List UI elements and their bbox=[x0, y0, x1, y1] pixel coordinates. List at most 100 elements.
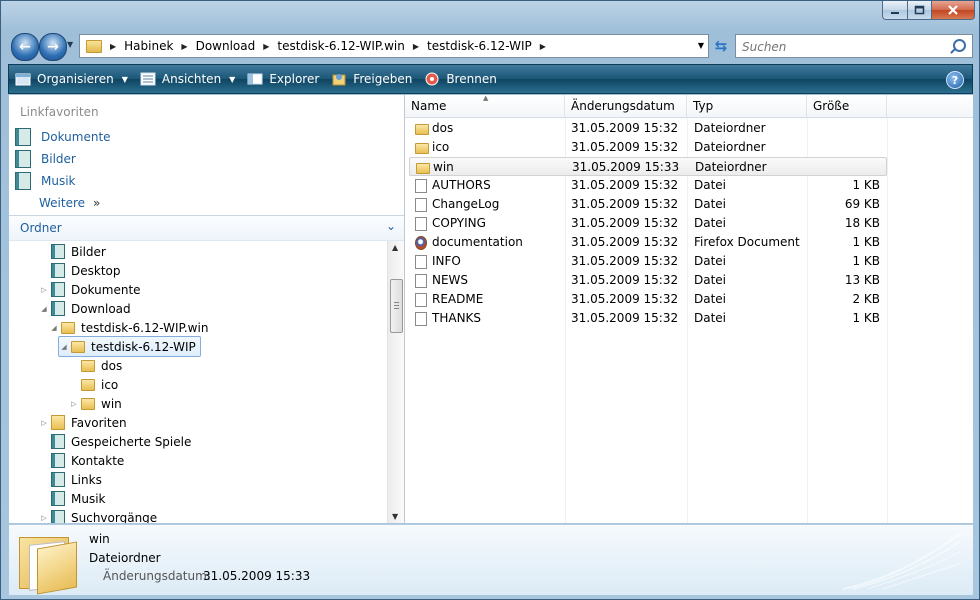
forward-button[interactable]: → bbox=[39, 33, 67, 61]
file-row-readme[interactable]: README 31.05.2009 15:32 Datei 2 KB bbox=[409, 290, 887, 309]
crumb-separator-icon[interactable]: ▶ bbox=[108, 42, 118, 51]
share-button[interactable]: Freigeben bbox=[325, 65, 418, 93]
crumb-separator-icon[interactable]: ▶ bbox=[179, 42, 189, 51]
views-icon bbox=[140, 72, 156, 86]
close-button[interactable] bbox=[931, 1, 975, 20]
file-size: 1 KB bbox=[852, 254, 880, 268]
crumb-separator-icon[interactable]: ▶ bbox=[261, 42, 271, 51]
column-header-date[interactable]: Änderungsdatum bbox=[565, 95, 687, 118]
folders-header[interactable]: Ordner ⌄ bbox=[9, 215, 404, 241]
collapse-arrow-icon[interactable]: ◢ bbox=[49, 324, 59, 332]
explorer-button[interactable]: Explorer bbox=[241, 65, 325, 93]
breadcrumb-testdisk[interactable]: testdisk-6.12-WIP bbox=[421, 39, 538, 53]
file-name: ChangeLog bbox=[432, 197, 500, 211]
tree-item-links[interactable]: Links bbox=[39, 470, 102, 489]
search-icon[interactable] bbox=[953, 39, 966, 52]
scrollbar-thumb[interactable] bbox=[390, 279, 403, 333]
folder-icon bbox=[71, 340, 85, 353]
expand-arrow-icon[interactable]: ▷ bbox=[39, 419, 49, 427]
tree-item-favoriten[interactable]: ▷ Favoriten bbox=[39, 413, 127, 432]
tree-item-contacts[interactable]: Kontakte bbox=[39, 451, 124, 470]
file-date: 31.05.2009 15:32 bbox=[571, 235, 679, 249]
tree-item-desktop[interactable]: Desktop bbox=[39, 261, 121, 280]
breadcrumb-testdisk-win[interactable]: testdisk-6.12-WIP.win bbox=[271, 39, 410, 53]
column-header-name[interactable]: ▲ Name bbox=[405, 94, 565, 118]
library-icon bbox=[51, 472, 65, 487]
title-bar[interactable] bbox=[1, 1, 979, 29]
explorer-icon bbox=[247, 72, 263, 86]
file-size: 13 KB bbox=[844, 273, 880, 287]
burn-button[interactable]: Brennen bbox=[418, 65, 502, 93]
tree-item-label: ico bbox=[101, 377, 119, 392]
expand-arrow-icon[interactable]: ▷ bbox=[39, 514, 49, 522]
favorite-link-music[interactable]: Musik bbox=[15, 171, 76, 191]
back-button[interactable]: ← bbox=[11, 33, 39, 61]
file-row-info[interactable]: INFO 31.05.2009 15:32 Datei 1 KB bbox=[409, 252, 887, 271]
views-menu-button[interactable]: Ansichten ▼ bbox=[134, 65, 241, 93]
address-bar[interactable]: ▶ Habinek ▶ Download ▶ testdisk-6.12-WIP… bbox=[79, 34, 709, 58]
tree-item-win[interactable]: ▷ win bbox=[69, 394, 121, 413]
tree-item-testdisk[interactable]: ◢ testdisk-6.12-WIP bbox=[58, 336, 201, 357]
scroll-down-icon[interactable]: ▼ bbox=[392, 512, 398, 521]
collapse-arrow-icon[interactable]: ◢ bbox=[39, 305, 49, 313]
tree-item-searches[interactable]: ▷ Suchvorgänge bbox=[39, 508, 157, 523]
views-dropdown-icon: ▼ bbox=[229, 74, 236, 84]
favorite-link-label: Dokumente bbox=[41, 130, 111, 144]
search-input[interactable] bbox=[740, 38, 944, 56]
file-row-thanks[interactable]: THANKS 31.05.2009 15:32 Datei 1 KB bbox=[409, 309, 887, 328]
tree-item-saved-games[interactable]: Gespeicherte Spiele bbox=[39, 432, 191, 451]
tree-item-dokumente[interactable]: ▷ Dokumente bbox=[39, 280, 141, 299]
scroll-up-icon[interactable]: ▲ bbox=[392, 243, 398, 252]
breadcrumb-download[interactable]: Download bbox=[190, 39, 262, 53]
tree-item-testdisk-win[interactable]: ◢ testdisk-6.12-WIP.win bbox=[49, 318, 208, 337]
organize-icon bbox=[15, 72, 31, 86]
collapse-arrow-icon[interactable]: ◢ bbox=[59, 343, 69, 351]
address-dropdown-icon[interactable]: ▼ bbox=[698, 41, 704, 50]
file-type: Dateiordner bbox=[695, 160, 767, 174]
minimize-button[interactable] bbox=[882, 1, 908, 20]
maximize-button[interactable] bbox=[907, 1, 932, 20]
organize-menu-button[interactable]: Organisieren ▼ bbox=[9, 65, 134, 93]
document-icon bbox=[415, 198, 427, 212]
help-icon[interactable]: ? bbox=[946, 71, 964, 89]
column-header-type[interactable]: Typ bbox=[687, 95, 807, 118]
favorite-link-pictures[interactable]: Bilder bbox=[15, 149, 76, 169]
column-header-label: Name bbox=[411, 99, 447, 113]
documents-library-icon bbox=[15, 128, 31, 146]
favorite-link-label: Musik bbox=[41, 174, 76, 188]
file-size: 1 KB bbox=[852, 178, 880, 192]
file-row-documentation[interactable]: documentation 31.05.2009 15:32 Firefox D… bbox=[409, 233, 887, 252]
details-date-label: Änderungsdatum: bbox=[103, 569, 211, 583]
tree-scrollbar[interactable]: ▲ ▼ bbox=[387, 241, 404, 523]
history-dropdown-icon[interactable]: ▼ bbox=[67, 40, 73, 49]
tree-item-bilder[interactable]: Bilder bbox=[39, 242, 106, 261]
favorite-link-documents[interactable]: Dokumente bbox=[15, 127, 111, 147]
document-icon bbox=[415, 255, 427, 269]
crumb-separator-icon[interactable]: ▶ bbox=[538, 42, 548, 51]
library-icon bbox=[51, 301, 65, 316]
forward-arrow-icon: → bbox=[47, 39, 59, 55]
file-date: 31.05.2009 15:32 bbox=[571, 178, 679, 192]
search-box[interactable] bbox=[735, 34, 973, 58]
column-header-size[interactable]: Größe bbox=[807, 95, 887, 118]
file-row-copying[interactable]: COPYING 31.05.2009 15:32 Datei 18 KB bbox=[409, 214, 887, 233]
folder-icon bbox=[415, 124, 429, 135]
more-links-button[interactable]: Weitere » bbox=[39, 193, 100, 213]
file-row-dos[interactable]: dos 31.05.2009 15:32 Dateiordner bbox=[409, 119, 887, 138]
tree-item-download[interactable]: ◢ Download bbox=[39, 299, 131, 318]
file-row-changelog[interactable]: ChangeLog 31.05.2009 15:32 Datei 69 KB bbox=[409, 195, 887, 214]
refresh-button[interactable]: ⇆ bbox=[709, 36, 733, 56]
file-row-authors[interactable]: AUTHORS 31.05.2009 15:32 Datei 1 KB bbox=[409, 176, 887, 195]
column-header-label: Typ bbox=[693, 99, 714, 113]
tree-item-ico[interactable]: ico bbox=[69, 375, 118, 394]
expand-arrow-icon[interactable]: ▷ bbox=[39, 286, 49, 294]
file-row-ico[interactable]: ico 31.05.2009 15:32 Dateiordner bbox=[409, 138, 887, 157]
crumb-separator-icon[interactable]: ▶ bbox=[411, 42, 421, 51]
file-row-news[interactable]: NEWS 31.05.2009 15:32 Datei 13 KB bbox=[409, 271, 887, 290]
file-row-win[interactable]: win 31.05.2009 15:33 Dateiordner bbox=[409, 157, 887, 176]
tree-item-dos[interactable]: dos bbox=[69, 356, 122, 375]
breadcrumb-habinek[interactable]: Habinek bbox=[118, 39, 179, 53]
tree-item-music[interactable]: Musik bbox=[39, 489, 106, 508]
expand-arrow-icon[interactable]: ▷ bbox=[69, 400, 79, 408]
chevron-down-icon[interactable]: ⌄ bbox=[386, 219, 396, 233]
